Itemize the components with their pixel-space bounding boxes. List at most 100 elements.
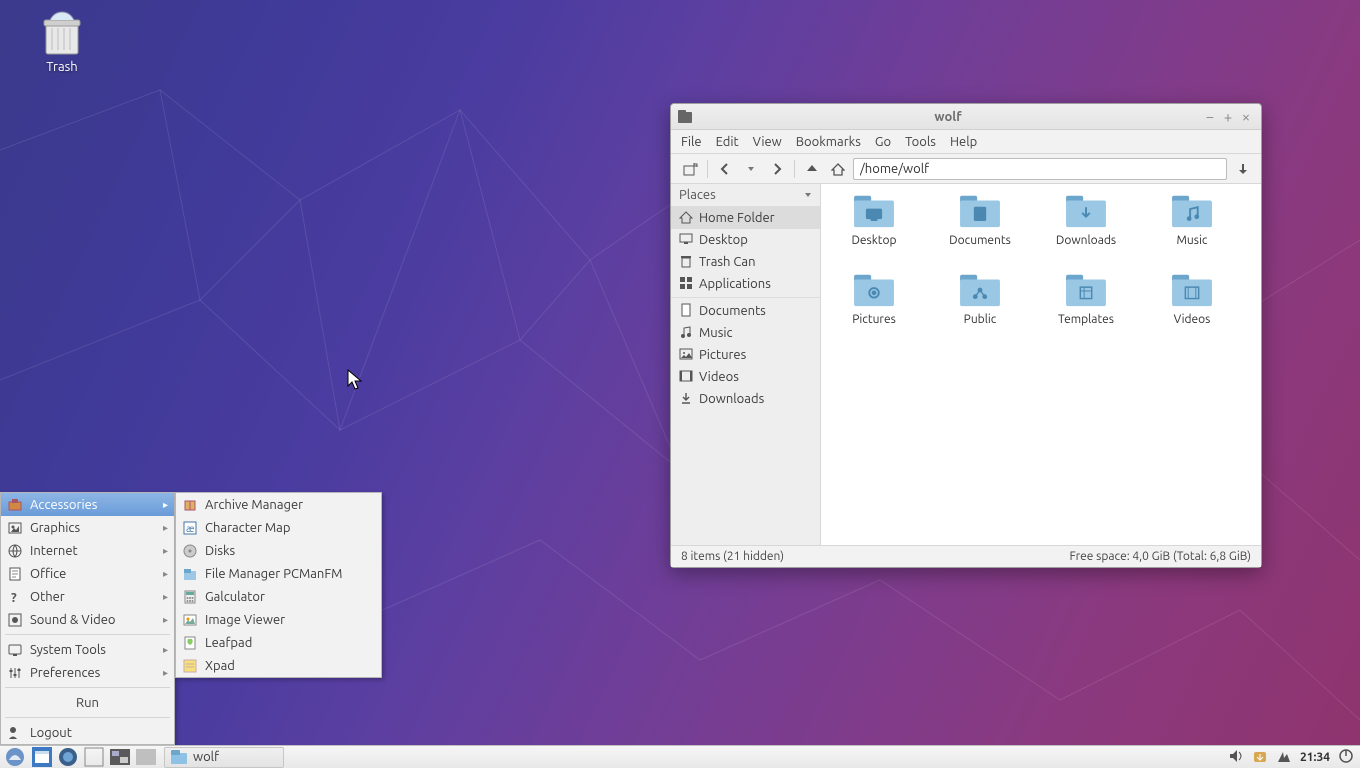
network-icon[interactable] xyxy=(1276,748,1292,767)
power-icon[interactable] xyxy=(1338,748,1354,767)
file-manager-window[interactable]: wolf − + × File Edit View Bookmarks Go Tools H… xyxy=(670,103,1262,568)
location-input[interactable] xyxy=(860,162,1220,176)
menu-logout[interactable]: Logout xyxy=(1,721,174,744)
folder-icon xyxy=(850,192,898,230)
taskbar[interactable]: wolf 21:34 xyxy=(0,745,1360,768)
back-button[interactable] xyxy=(714,158,736,180)
menu-label: Preferences xyxy=(30,666,100,680)
forward-button[interactable] xyxy=(766,158,788,180)
filemanager-icon xyxy=(182,566,198,582)
chevron-right-icon: ▸ xyxy=(163,614,168,626)
folder-icon xyxy=(956,192,1004,230)
menu-bookmarks[interactable]: Bookmarks xyxy=(796,135,861,149)
menu-other[interactable]: ? Other▸ xyxy=(1,585,174,608)
folder-view[interactable]: Desktop Documents Downloads Music Pictur… xyxy=(821,184,1261,545)
folder-music[interactable]: Music xyxy=(1153,192,1231,247)
close-button[interactable]: × xyxy=(1237,108,1255,125)
place-label: Trash Can xyxy=(699,255,756,269)
minimize-button[interactable]: − xyxy=(1201,108,1219,125)
maximize-button[interactable]: + xyxy=(1219,108,1237,125)
place-home-folder[interactable]: Home Folder xyxy=(671,207,820,229)
bookmark-music[interactable]: Music xyxy=(671,322,820,344)
folder-downloads[interactable]: Downloads xyxy=(1047,192,1125,247)
menu-go[interactable]: Go xyxy=(875,135,891,149)
clock[interactable]: 21:34 xyxy=(1300,751,1330,764)
places-header[interactable]: Places xyxy=(671,184,820,207)
start-menu-button[interactable] xyxy=(2,747,28,768)
preferences-icon xyxy=(7,665,23,681)
bookmark-documents[interactable]: Documents xyxy=(671,300,820,322)
submenu-filemanager[interactable]: File Manager PCManFM xyxy=(176,562,381,585)
folder-desktop[interactable]: Desktop xyxy=(835,192,913,247)
launcher-browser[interactable] xyxy=(56,747,80,768)
svg-text:æ: æ xyxy=(186,523,195,534)
submenu-galculator[interactable]: Galculator xyxy=(176,585,381,608)
svg-text:?: ? xyxy=(11,591,17,605)
folder-pictures[interactable]: Pictures xyxy=(835,271,913,326)
up-button[interactable] xyxy=(801,158,823,180)
menu-separator xyxy=(5,717,170,718)
folder-documents[interactable]: Documents xyxy=(941,192,1019,247)
menu-graphics[interactable]: Graphics▸ xyxy=(1,516,174,539)
chevron-right-icon: ▸ xyxy=(163,568,168,580)
submenu-disks[interactable]: Disks xyxy=(176,539,381,562)
menu-view[interactable]: View xyxy=(753,135,782,149)
desktop-trash[interactable]: Trash xyxy=(22,10,102,74)
menu-internet[interactable]: Internet▸ xyxy=(1,539,174,562)
menu-help[interactable]: Help xyxy=(950,135,977,149)
workspace-2-button[interactable] xyxy=(134,747,158,768)
menu-system-tools[interactable]: System Tools▸ xyxy=(1,638,174,661)
home-button[interactable] xyxy=(827,158,849,180)
menu-tools[interactable]: Tools xyxy=(905,135,936,149)
menu-file[interactable]: File xyxy=(681,135,702,149)
workspace-1-button[interactable] xyxy=(108,747,132,768)
submenu-xpad[interactable]: Xpad xyxy=(176,654,381,677)
bookmark-label: Documents xyxy=(699,304,766,318)
trash-icon xyxy=(38,10,86,56)
desktop[interactable]: Trash Accessories▸ Graphics▸ Internet▸ O… xyxy=(0,0,1360,768)
folder-videos[interactable]: Videos xyxy=(1153,271,1231,326)
submenu-character-map[interactable]: æ Character Map xyxy=(176,516,381,539)
system-tray[interactable]: 21:34 xyxy=(1228,748,1360,767)
place-trash-can[interactable]: Trash Can xyxy=(671,251,820,273)
menu-run[interactable]: Run xyxy=(1,691,174,714)
logout-icon xyxy=(7,725,23,741)
task-label: wolf xyxy=(193,750,219,764)
menu-sound-video[interactable]: Sound & Video▸ xyxy=(1,608,174,631)
place-desktop[interactable]: Desktop xyxy=(671,229,820,251)
show-desktop-button[interactable] xyxy=(82,747,106,768)
volume-icon[interactable] xyxy=(1228,748,1244,767)
updates-icon[interactable] xyxy=(1252,748,1268,767)
menu-office[interactable]: Office▸ xyxy=(1,562,174,585)
taskbar-task-wolf[interactable]: wolf xyxy=(164,747,284,768)
bookmark-pictures[interactable]: Pictures xyxy=(671,344,820,366)
location-bar[interactable] xyxy=(853,158,1227,180)
menubar[interactable]: File Edit View Bookmarks Go Tools Help xyxy=(671,130,1261,154)
menu-edit[interactable]: Edit xyxy=(716,135,739,149)
places-sidebar[interactable]: Places Home FolderDesktop Trash Can Applic… xyxy=(671,184,821,545)
new-tab-button[interactable] xyxy=(679,158,701,180)
submenu-label: Galculator xyxy=(205,590,265,604)
accessories-submenu[interactable]: Archive Manageræ Character Map Disks Fil… xyxy=(175,492,382,678)
leafpad-icon xyxy=(182,635,198,651)
place-applications[interactable]: Applications xyxy=(671,273,820,295)
folder-icon xyxy=(956,271,1004,309)
folder-public[interactable]: Public xyxy=(941,271,1019,326)
launcher-filemanager[interactable] xyxy=(30,747,54,768)
menu-accessories[interactable]: Accessories▸ xyxy=(1,493,174,516)
menu-preferences[interactable]: Preferences▸ xyxy=(1,661,174,684)
submenu-leafpad[interactable]: Leafpad xyxy=(176,631,381,654)
history-dropdown-button[interactable] xyxy=(740,158,762,180)
toolbar[interactable] xyxy=(671,154,1261,184)
window-titlebar[interactable]: wolf − + × xyxy=(671,104,1261,130)
menu-separator xyxy=(5,634,170,635)
character-map-icon: æ xyxy=(182,520,198,536)
folder-templates[interactable]: Templates xyxy=(1047,271,1125,326)
go-button[interactable] xyxy=(1231,158,1253,180)
submenu-archive-manager[interactable]: Archive Manager xyxy=(176,493,381,516)
bookmark-videos[interactable]: Videos xyxy=(671,366,820,388)
separator xyxy=(671,297,820,298)
bookmark-downloads[interactable]: Downloads xyxy=(671,388,820,410)
submenu-image-viewer[interactable]: Image Viewer xyxy=(176,608,381,631)
application-menu[interactable]: Accessories▸ Graphics▸ Internet▸ Office▸… xyxy=(0,492,175,745)
